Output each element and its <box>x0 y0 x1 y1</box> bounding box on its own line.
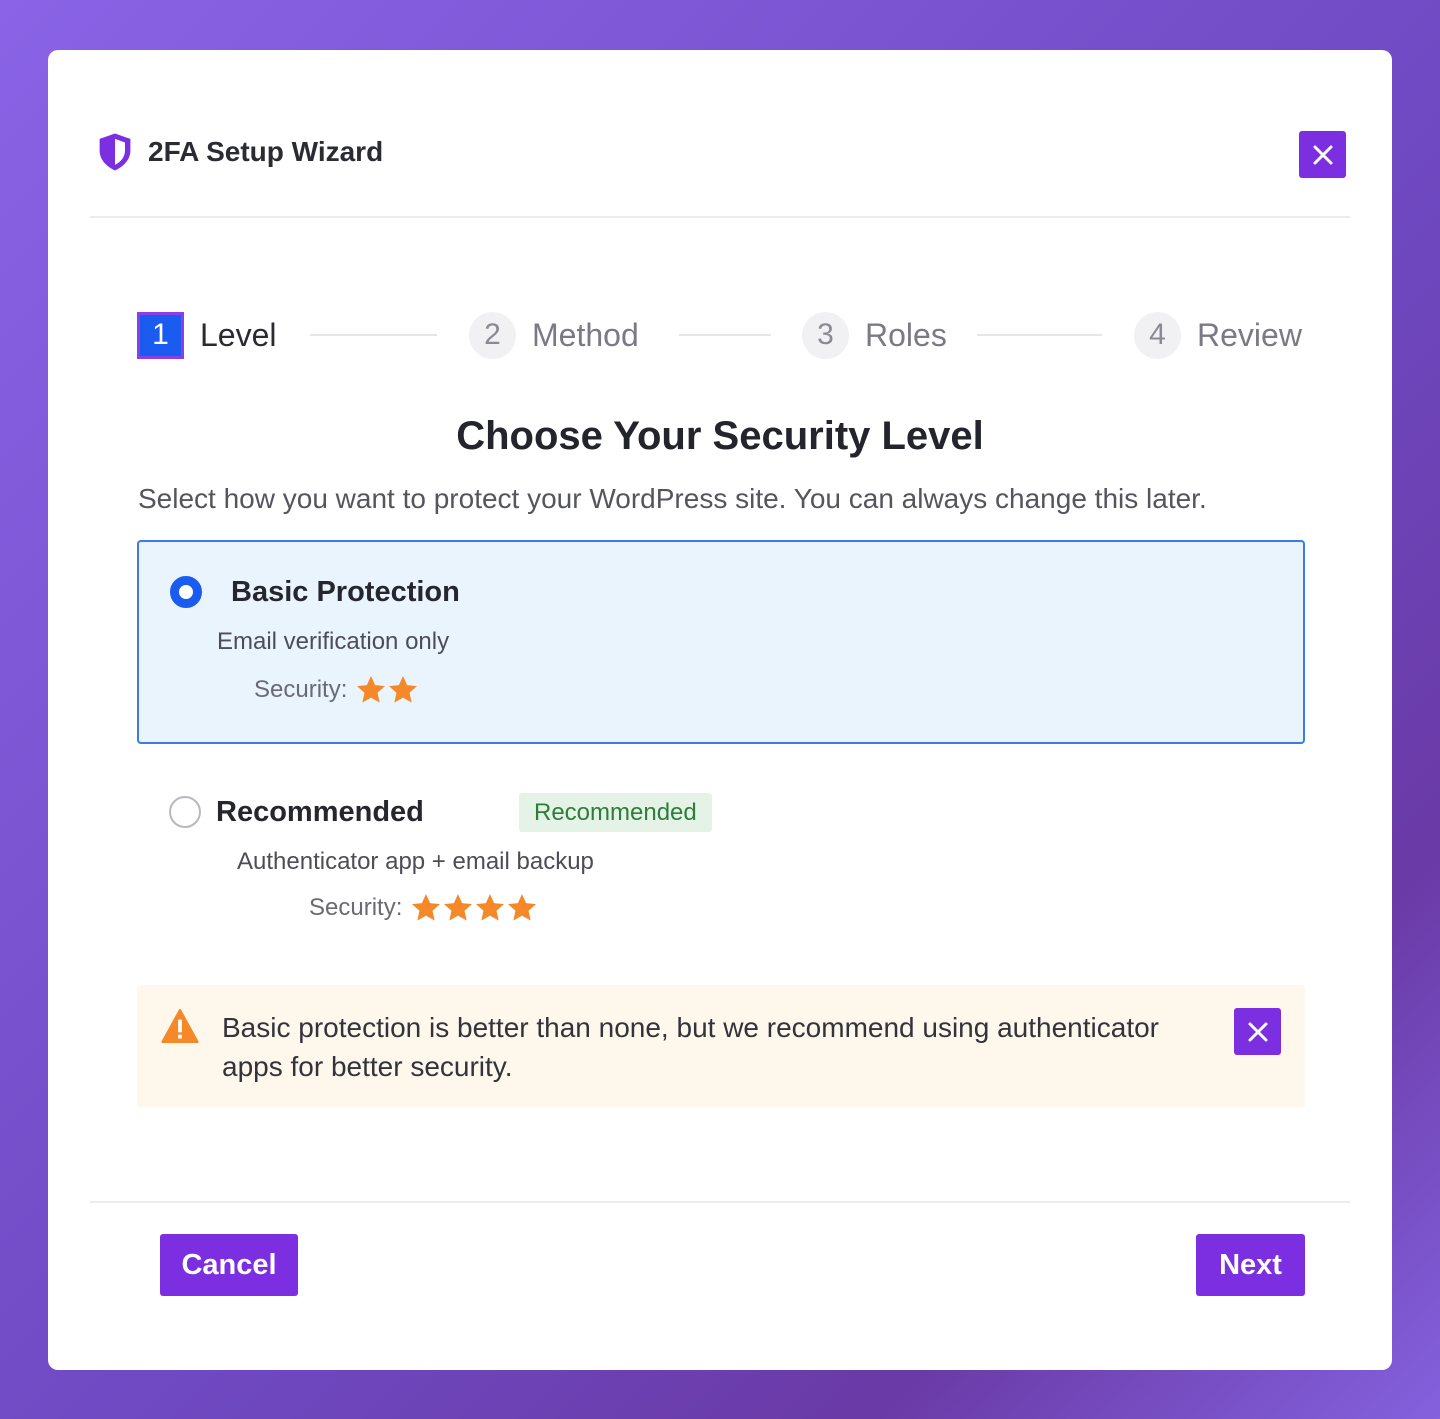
wizard-steps: 1 Level 2 Method 3 Roles 4 Review <box>137 311 1305 359</box>
option-title: Basic Protection <box>231 576 460 608</box>
security-label: Security: <box>309 894 403 921</box>
step-connector <box>977 334 1102 336</box>
page-heading: Choose Your Security Level <box>456 414 984 458</box>
step-connector <box>310 334 437 336</box>
option-description: Authenticator app + email backup <box>237 848 594 875</box>
page-subheading: Select how you want to protect your Word… <box>138 483 1207 514</box>
star-rating <box>355 674 419 706</box>
cancel-button[interactable]: Cancel <box>160 1234 298 1296</box>
footer-divider <box>90 1201 1350 1203</box>
alert-dismiss-button[interactable] <box>1234 1008 1281 1055</box>
close-icon <box>1248 1022 1267 1041</box>
recommended-badge: Recommended <box>519 793 712 832</box>
step-number: 4 <box>1134 311 1181 359</box>
option-basic-protection[interactable]: Basic Protection Email verification only… <box>137 540 1305 744</box>
step-number: 3 <box>802 311 849 359</box>
step-method[interactable]: 2 Method <box>469 311 639 359</box>
warning-alert: Basic protection is better than none, bu… <box>137 985 1305 1107</box>
radio-recommended[interactable] <box>169 796 201 828</box>
option-title: Recommended <box>216 796 424 828</box>
star-rating <box>410 892 538 924</box>
step-label: Method <box>532 316 639 353</box>
modal-title: 2FA Setup Wizard <box>148 136 384 167</box>
close-button[interactable] <box>1299 131 1346 178</box>
star-icon <box>412 894 441 921</box>
step-roles[interactable]: 3 Roles <box>802 311 947 359</box>
alert-message: Basic protection is better than none, bu… <box>222 1012 1159 1082</box>
step-level[interactable]: 1 Level <box>137 311 277 359</box>
security-label: Security: <box>254 676 348 703</box>
modal-title-group: 2FA Setup Wizard <box>96 132 383 172</box>
wizard-modal: 2FA Setup Wizard 1 Level 2 Method 3 Role… <box>48 50 1392 1370</box>
step-label: Roles <box>865 316 947 353</box>
step-label: Level <box>200 316 277 353</box>
step-connector <box>679 334 771 336</box>
radio-basic[interactable] <box>170 576 202 608</box>
shield-icon <box>99 133 131 171</box>
security-rating: Security: <box>254 674 419 706</box>
star-icon <box>508 894 537 921</box>
step-number: 1 <box>137 311 184 359</box>
option-recommended[interactable]: Recommended Recommended Authenticator ap… <box>137 780 1305 950</box>
step-number: 2 <box>469 311 516 359</box>
option-description: Email verification only <box>217 628 450 655</box>
security-rating: Security: <box>309 892 538 924</box>
star-icon <box>444 894 473 921</box>
step-review[interactable]: 4 Review <box>1134 311 1302 359</box>
star-icon <box>389 676 418 703</box>
warning-icon <box>161 1008 199 1044</box>
close-icon <box>1313 145 1332 164</box>
star-icon <box>476 894 505 921</box>
star-icon <box>357 676 386 703</box>
next-button[interactable]: Next <box>1196 1234 1305 1296</box>
step-label: Review <box>1197 316 1302 353</box>
